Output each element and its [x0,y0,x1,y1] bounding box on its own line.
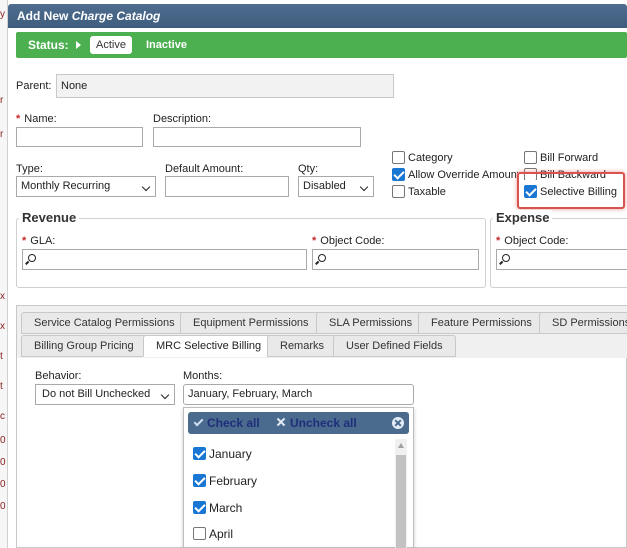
month-checkbox[interactable] [193,527,206,540]
category-checkbox[interactable] [392,151,405,164]
month-checkbox[interactable] [193,501,206,514]
description-label: Description: [153,113,212,125]
qty-label: Qty: [298,163,319,175]
edge-marker: y [0,9,5,20]
x-icon [276,417,286,427]
required-marker: * [22,235,27,247]
tab-sd-permissions[interactable]: SD Permissions [539,312,627,334]
parent-field[interactable]: None [56,74,394,98]
bill-forward-checkbox[interactable] [524,151,537,164]
search-icon[interactable] [502,254,510,262]
dropdown-scrollbar[interactable] [395,439,407,548]
allow-override-label: Allow Override Amount [408,169,518,181]
dropdown-header: Check all Uncheck all [188,412,409,434]
default-amount-input[interactable] [165,176,289,197]
parent-label: Parent: [16,80,52,92]
tab-feature-permissions[interactable]: Feature Permissions [418,312,545,334]
taxable-checkbox[interactable] [392,185,405,198]
name-label-text: Name: [24,113,57,125]
required-marker: * [496,235,501,247]
tab-equipment-permissions[interactable]: Equipment Permissions [180,312,322,334]
month-label: April [209,527,234,541]
expense-object-code-input[interactable] [496,249,627,270]
edge-marker: c [0,411,5,422]
month-checkbox[interactable] [193,447,206,460]
revenue-object-code-input[interactable] [312,249,479,270]
scroll-thumb[interactable] [396,455,406,548]
month-checkbox[interactable] [193,474,206,487]
uncheck-all-button[interactable]: Uncheck all [290,412,357,434]
tab-sla-permissions[interactable]: SLA Permissions [316,312,426,334]
status-label: Status: [28,38,69,52]
qty-select[interactable]: Disabled [298,176,374,197]
search-icon[interactable] [318,254,326,262]
edge-marker: 0 [0,435,6,446]
edge-marker: x [0,291,5,302]
edge-marker: 0 [0,457,6,468]
tab-mrc-selective-billing[interactable]: MRC Selective Billing [143,335,275,357]
description-input[interactable] [153,127,361,147]
status-inactive-button[interactable]: Inactive [146,36,187,54]
edge-marker: 0 [0,501,6,512]
gla-label-text: GLA: [30,235,56,247]
dialog-title-entity: Charge Catalog [71,9,161,23]
dialog-title-prefix: Add New [17,9,69,23]
category-label: Category [408,152,453,164]
tab-user-defined-fields[interactable]: User Defined Fields [333,335,456,357]
edge-marker: t [0,351,3,362]
check-icon [193,416,204,427]
search-icon[interactable] [28,254,36,262]
gla-label: * GLA: [22,235,55,247]
allow-override-checkbox[interactable] [392,168,405,181]
tab-service-catalog-permissions[interactable]: Service Catalog Permissions [21,312,188,334]
month-label: March [209,501,243,515]
required-marker: * [16,113,21,125]
close-icon[interactable] [392,417,404,429]
months-label: Months: [183,370,223,382]
name-label: * Name: [16,113,57,125]
edge-marker: x [0,321,5,332]
behavior-label: Behavior: [35,370,82,382]
dialog-title-bar[interactable]: Add New Charge Catalog [8,4,627,28]
check-all-button[interactable]: Check all [207,412,260,434]
month-label: January [209,447,252,461]
expense-title: Expense [493,210,553,225]
edge-marker: r [0,129,4,140]
edge-marker: t [0,381,3,392]
expense-object-code-label-text: Object Code: [504,235,569,247]
background-page-edge: y r r x x t t c 0 0 0 0 [0,0,8,548]
revenue-object-code-label-text: Object Code: [320,235,385,247]
bill-forward-label: Bill Forward [540,152,599,164]
gla-search-input[interactable] [22,249,307,270]
tab-remarks[interactable]: Remarks [267,335,338,357]
edge-marker: 0 [0,479,6,490]
highlight-box [517,172,625,209]
revenue-title: Revenue [19,210,80,225]
tab-billing-group-pricing[interactable]: Billing Group Pricing [21,335,147,357]
taxable-label: Taxable [408,186,446,198]
revenue-object-code-label: * Object Code: [312,235,384,247]
name-input[interactable] [16,127,143,147]
scroll-up-icon[interactable] [398,443,404,448]
expense-object-code-label: * Object Code: [496,235,568,247]
edge-marker: r [0,95,4,106]
type-label: Type: [16,163,43,175]
type-select[interactable]: Monthly Recurring [16,176,156,197]
behavior-select[interactable]: Do not Bill Unchecked [35,384,175,405]
status-bar: Status: Active Inactive [16,32,627,58]
status-active-button[interactable]: Active [90,36,132,54]
month-label: February [209,474,258,488]
caret-right-icon [76,41,81,49]
months-select[interactable]: January, February, March [183,384,414,405]
required-marker: * [312,235,317,247]
months-dropdown: Check all Uncheck all January February M… [183,407,414,548]
default-amount-label: Default Amount: [165,163,244,175]
